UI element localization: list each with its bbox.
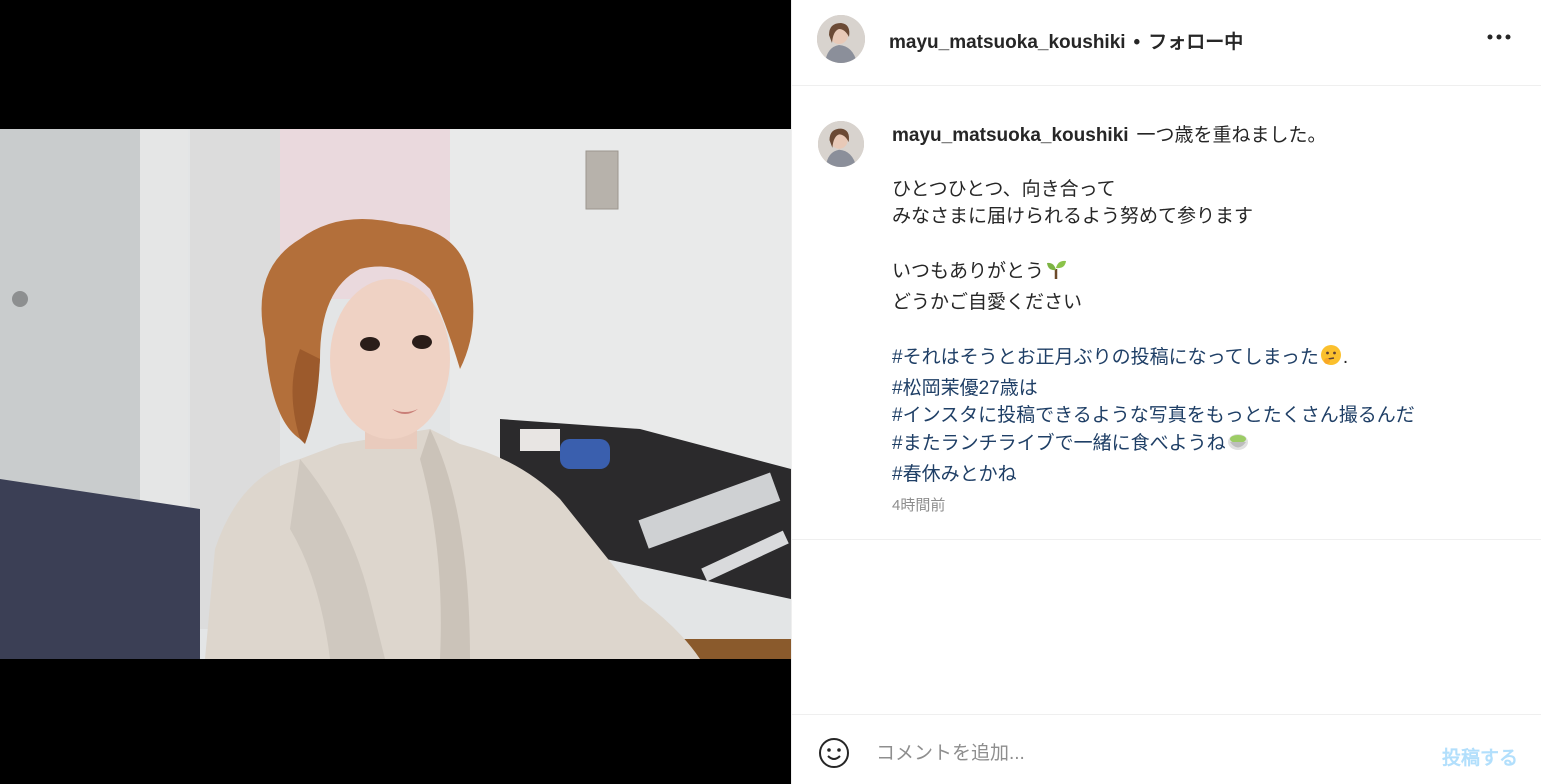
caption-line-4: いつもありがとう [892,261,1045,282]
author-avatar[interactable] [817,15,865,63]
post-side-panel: mayu_matsuoka_koushiki • フォロー中 mayu_mats… [791,0,1541,784]
avatar-image [817,15,865,63]
caption-username[interactable]: mayu_matsuoka_koushiki [892,125,1129,146]
caption-avatar-image [818,121,864,167]
post-photo-image [0,129,791,659]
hashtag-link[interactable]: #それはそうとお正月ぶりの投稿になってしまった [892,347,1319,368]
post-comment-button[interactable]: 投稿する [1442,743,1518,770]
hashtag-row-2: #松岡茉優27歳は [892,375,1512,402]
comment-input[interactable] [876,743,1376,765]
hashtag-link[interactable]: #インスタに投稿できるような写真をもっとたくさん撮るんだ [892,405,1415,426]
hashtag-row-4: #またランチライブで一緒に食べようね [892,429,1512,461]
caption-line-1: 一つ歳を重ねました。 [1136,125,1327,146]
hashtag-row-3: #インスタに投稿できるような写真をもっとたくさん撮るんだ [892,402,1512,429]
caption-first-line: mayu_matsuoka_koushiki 一つ歳を重ねました。 [892,122,1512,149]
post-timestamp[interactable]: 4時間前 [892,494,945,515]
hashtag-suffix: . [1342,347,1349,368]
hashtag-link[interactable]: #春休みとかね [892,464,1017,485]
header-separator: • [1133,32,1141,53]
media-pane [0,0,791,784]
thinking-face-emoji [1319,343,1343,375]
caption-line-4-row: いつもありがとう [892,257,1512,289]
smiley-icon[interactable] [818,737,850,769]
teacup-emoji [1226,429,1250,461]
hashtag-link[interactable]: #またランチライブで一緒に食べようね [892,433,1226,454]
caption-line-5: どうかご自愛ください [892,292,1083,313]
post-photo[interactable] [0,129,791,659]
caption-text: mayu_matsuoka_koushiki 一つ歳を重ねました。 ひとつひとつ、… [892,122,1512,488]
caption-author-avatar[interactable] [818,121,864,167]
caption-line-2: ひとつひとつ、向き合って [892,179,1116,200]
post-header: mayu_matsuoka_koushiki • フォロー中 [792,0,1541,86]
hashtag-row-5: #春休みとかね [892,461,1512,488]
more-horizontal-icon[interactable] [1486,24,1512,54]
caption-line-3: みなさまに届けられるよう努めて参ります [892,206,1254,227]
header-username-row: mayu_matsuoka_koushiki • フォロー中 [889,27,1243,54]
header-username[interactable]: mayu_matsuoka_koushiki [889,32,1126,53]
smiley-svg [819,738,849,768]
seedling-emoji [1044,257,1068,289]
caption-section: mayu_matsuoka_koushiki 一つ歳を重ねました。 ひとつひとつ、… [792,86,1541,540]
instagram-post-modal: mayu_matsuoka_koushiki • フォロー中 mayu_mats… [0,0,1541,784]
comment-bar: 投稿する [792,714,1541,784]
hashtag-row-1: #それはそうとお正月ぶりの投稿になってしまった. [892,343,1512,375]
follow-status-button[interactable]: フォロー中 [1148,32,1243,53]
hashtag-link[interactable]: #松岡茉優27歳は [892,378,1038,399]
more-dots-svg [1487,34,1511,40]
